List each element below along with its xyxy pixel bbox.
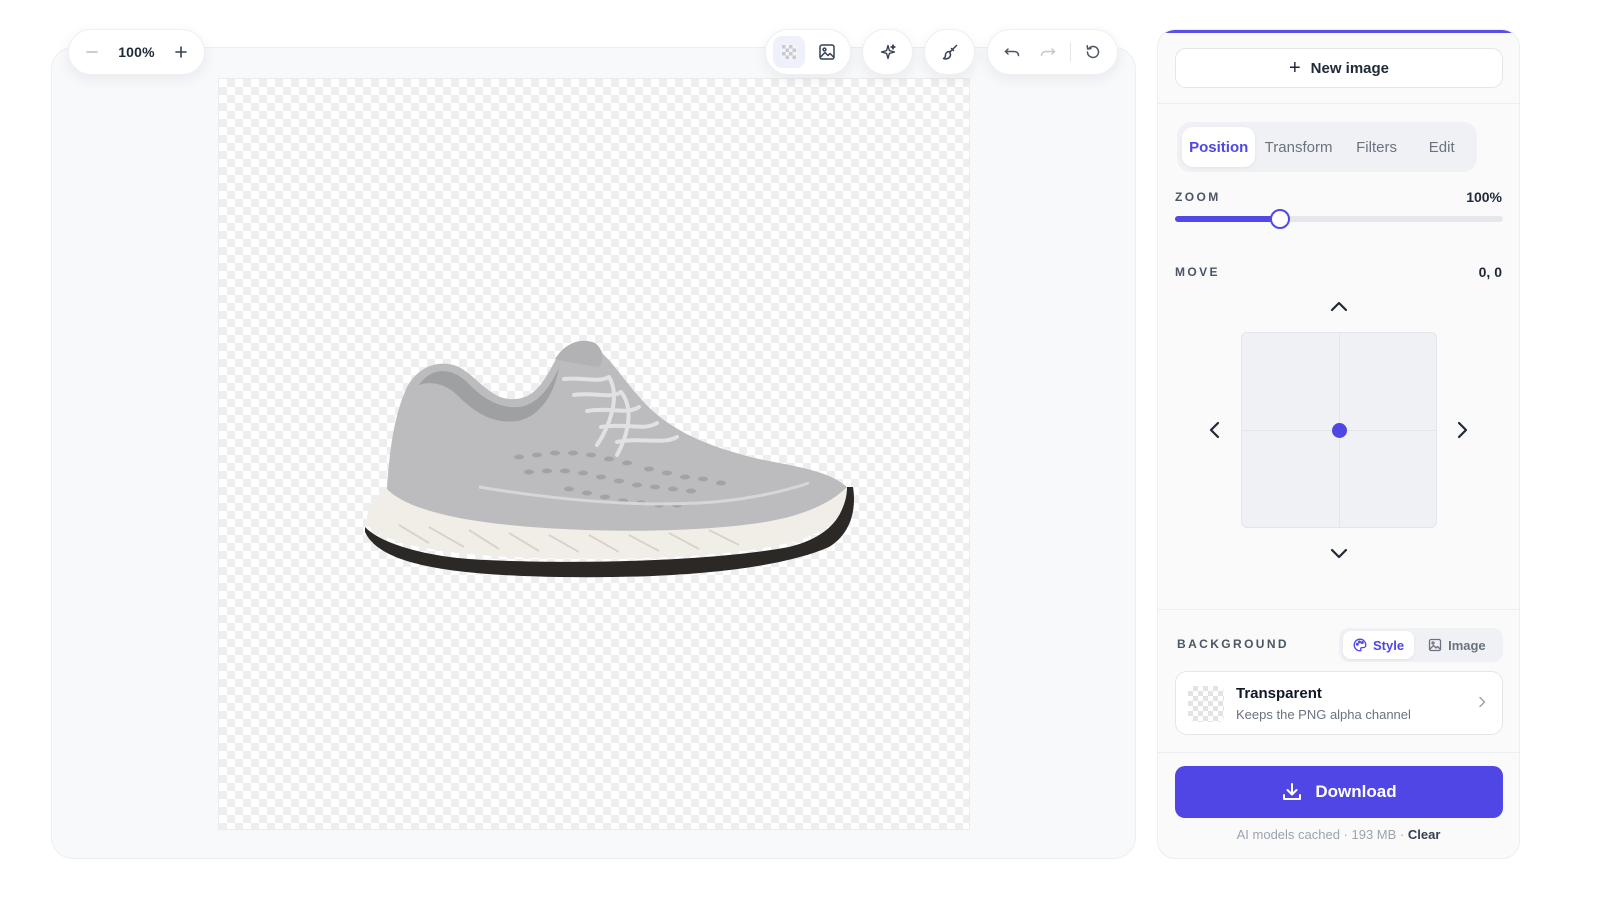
brush-button[interactable] [934, 36, 966, 68]
zoom-in-button[interactable] [168, 39, 194, 65]
tab-transform[interactable]: Transform [1255, 127, 1341, 167]
zoom-slider[interactable] [1175, 209, 1503, 229]
new-image-button[interactable]: + New image [1175, 48, 1503, 88]
zoom-toolbar: 100% [68, 29, 205, 75]
cache-status: AI models cached · 193 MB · Clear [1158, 827, 1519, 842]
panel-tabs: Position Transform Filters Edit [1177, 122, 1477, 172]
redo-button[interactable] [1032, 36, 1064, 68]
chevron-down-icon [1330, 548, 1348, 559]
background-image-label: Image [1448, 637, 1486, 653]
divider [1158, 609, 1519, 610]
transparency-grid-icon [781, 44, 797, 60]
move-pad[interactable] [1241, 332, 1437, 528]
zoom-level: 100% [118, 44, 155, 60]
background-mode-toggle: Style Image [1339, 628, 1503, 662]
download-label: Download [1315, 782, 1397, 801]
image-icon [1428, 638, 1442, 652]
background-label: BACKGROUND [1177, 637, 1289, 651]
download-icon [1283, 783, 1302, 800]
plus-icon: + [1288, 57, 1301, 79]
undo-icon [1004, 48, 1020, 57]
transparent-swatch [1188, 686, 1224, 722]
divider [1158, 103, 1519, 104]
sparkle-icon [880, 44, 896, 60]
chevron-right-icon [1457, 421, 1468, 439]
move-down-button[interactable] [1325, 539, 1353, 567]
side-panel: + New image Position Transform Filters E… [1157, 29, 1520, 859]
background-image-option[interactable]: Image [1418, 631, 1496, 659]
plus-icon [175, 46, 187, 58]
divider [1158, 752, 1519, 753]
tab-position[interactable]: Position [1182, 127, 1256, 167]
history-toolbar [987, 29, 1118, 75]
image-icon [819, 44, 835, 60]
reset-icon [1086, 45, 1100, 59]
image-view-button[interactable] [811, 36, 843, 68]
background-style-option[interactable]: Style [1343, 631, 1415, 659]
shoe-image[interactable] [359, 337, 863, 583]
view-toolbar [765, 29, 851, 75]
redo-icon [1040, 48, 1056, 57]
move-up-button[interactable] [1325, 293, 1353, 321]
canvas-panel [51, 47, 1136, 859]
cache-status-text: AI models cached · 193 MB · [1236, 827, 1408, 842]
chevron-up-icon [1330, 301, 1348, 312]
background-style-label: Style [1373, 637, 1405, 653]
new-image-label: New image [1310, 59, 1390, 77]
zoom-out-button[interactable] [79, 39, 105, 65]
zoom-value: 100% [1466, 189, 1502, 205]
download-button[interactable]: Download [1175, 766, 1503, 818]
zoom-slider-thumb[interactable] [1269, 209, 1290, 229]
background-selector[interactable]: Transparent Keeps the PNG alpha channel [1175, 671, 1503, 735]
artboard[interactable] [218, 78, 970, 830]
toolbar-separator [1070, 42, 1071, 62]
background-subtitle: Keeps the PNG alpha channel [1236, 707, 1411, 722]
clear-cache-link[interactable]: Clear [1408, 827, 1441, 842]
move-value: 0, 0 [1478, 264, 1502, 280]
auto-enhance-button[interactable] [872, 36, 904, 68]
move-label: MOVE [1175, 265, 1220, 279]
zoom-label: ZOOM [1175, 190, 1221, 204]
tab-filters[interactable]: Filters [1342, 127, 1412, 167]
background-title: Transparent [1236, 685, 1322, 702]
magic-toolbar [862, 29, 913, 75]
palette-icon [1353, 638, 1367, 652]
zoom-slider-fill [1175, 216, 1280, 222]
brush-toolbar [924, 29, 975, 75]
brush-icon [942, 44, 957, 60]
move-right-button[interactable] [1448, 416, 1476, 444]
chevron-right-icon [1479, 696, 1486, 708]
minus-icon [86, 51, 98, 53]
tab-edit[interactable]: Edit [1411, 127, 1472, 167]
move-left-button[interactable] [1201, 416, 1229, 444]
undo-button[interactable] [996, 36, 1028, 68]
chevron-left-icon [1209, 421, 1220, 439]
panel-accent-bar [1162, 30, 1515, 33]
move-handle[interactable] [1331, 422, 1347, 438]
transparency-view-button[interactable] [773, 36, 805, 68]
reset-button[interactable] [1077, 36, 1109, 68]
